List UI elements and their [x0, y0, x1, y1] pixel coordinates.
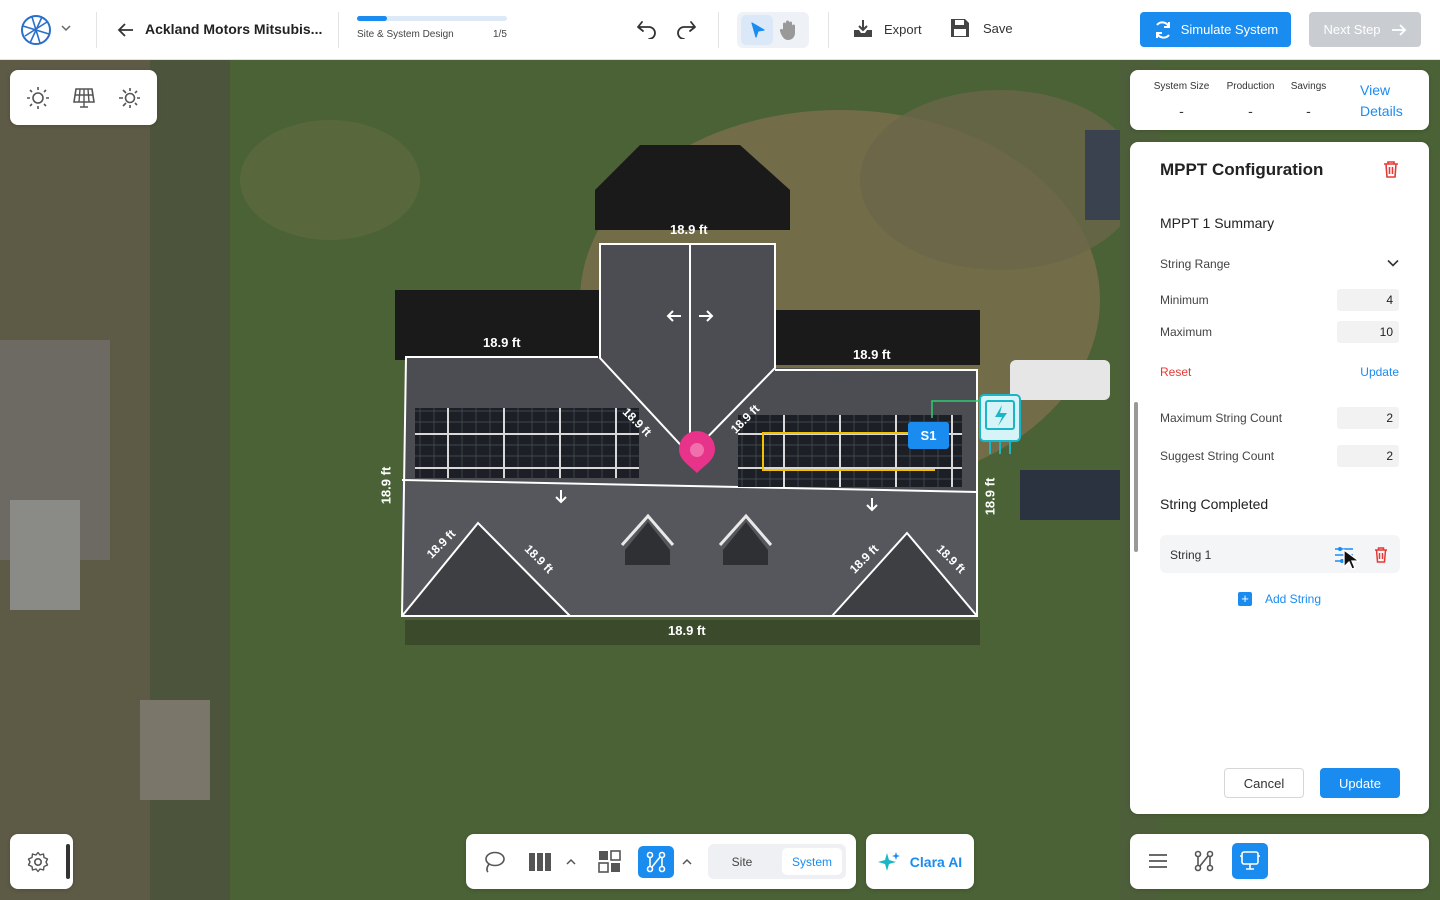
- menu-icon[interactable]: [1148, 851, 1168, 871]
- metric-value: -: [1306, 103, 1311, 119]
- dimension-label: 18.9 ft: [378, 466, 394, 505]
- minimum-label: Minimum: [1160, 293, 1209, 307]
- progress-step: 1/5: [493, 29, 507, 40]
- suggest-string-count-input[interactable]: 2: [1337, 445, 1399, 467]
- metric-label: Production: [1226, 81, 1275, 92]
- string-name: String 1: [1170, 548, 1212, 562]
- inverter-icon: [1240, 851, 1260, 870]
- chevron-down-icon[interactable]: [61, 24, 71, 32]
- plus-icon: +: [1238, 592, 1252, 606]
- dimension-label: 18.9 ft: [982, 477, 998, 516]
- add-string-button[interactable]: + Add String: [1238, 592, 1321, 606]
- panel-title: MPPT Configuration: [1160, 160, 1324, 179]
- delete-string-icon[interactable]: [1374, 546, 1388, 563]
- delete-mppt-icon[interactable]: [1383, 160, 1399, 178]
- save-button[interactable]: Save: [950, 18, 1013, 38]
- hand-pan-icon[interactable]: [779, 19, 797, 41]
- string-range-row[interactable]: String Range: [1160, 257, 1399, 271]
- string-tool-button[interactable]: [638, 846, 674, 878]
- string-marker-s1[interactable]: S1: [908, 422, 949, 449]
- metric-label: System Size: [1153, 81, 1210, 92]
- dimension-label: 18.9 ft: [853, 347, 891, 362]
- undo-icon[interactable]: [636, 19, 658, 39]
- chevron-up-icon[interactable]: [566, 858, 576, 866]
- string-route-icon: [646, 851, 666, 873]
- chevron-up-icon[interactable]: [682, 858, 692, 866]
- mppt-configuration-panel: MPPT Configuration MPPT 1 Summary String…: [1130, 142, 1429, 814]
- arrow-right-icon: [1391, 23, 1406, 36]
- bottom-toolbar: Site System: [466, 834, 856, 889]
- panel-layout-icon[interactable]: [528, 851, 552, 873]
- cursor-mode-group: [737, 12, 809, 48]
- download-icon: [854, 20, 872, 37]
- cursor-arrow-icon: [751, 22, 765, 38]
- back-arrow-icon[interactable]: [117, 22, 135, 38]
- gear-icon[interactable]: [27, 851, 49, 873]
- chevron-down-icon[interactable]: [1387, 259, 1399, 267]
- maximum-label: Maximum: [1160, 325, 1213, 339]
- metric-label: Savings: [1290, 81, 1327, 92]
- system-tab[interactable]: System: [782, 848, 842, 875]
- select-tool-button[interactable]: [741, 15, 773, 45]
- dimension-label: 18.9 ft: [668, 623, 706, 638]
- clara-ai-button[interactable]: Clara AI: [866, 834, 974, 889]
- lasso-icon[interactable]: [482, 850, 506, 874]
- project-title: Ackland Motors Mitsubis...: [145, 21, 323, 37]
- view-details-link[interactable]: View Details: [1360, 80, 1403, 122]
- logo-icon[interactable]: [20, 14, 52, 46]
- refresh-icon: [1155, 20, 1170, 39]
- top-bar: Ackland Motors Mitsubis... Site & System…: [0, 0, 1440, 60]
- site-tab[interactable]: Site: [712, 848, 772, 875]
- redo-icon[interactable]: [675, 19, 697, 39]
- site-system-toggle: Site System: [708, 844, 846, 879]
- string-range-label: String Range: [1160, 257, 1231, 271]
- dimension-label: 18.9 ft: [670, 222, 708, 237]
- panel-resize-handle[interactable]: [1134, 402, 1138, 552]
- update-range-link[interactable]: Update: [1360, 365, 1399, 379]
- sun-icon[interactable]: [26, 86, 50, 110]
- max-string-count-input[interactable]: 2: [1337, 407, 1399, 429]
- shading-icon[interactable]: [117, 86, 141, 110]
- max-string-count-label: Maximum String Count: [1160, 411, 1283, 425]
- string-route-icon[interactable]: [1193, 849, 1215, 873]
- simulate-system-button[interactable]: Simulate System: [1140, 12, 1291, 47]
- metric-value: -: [1179, 103, 1184, 119]
- grid-add-icon[interactable]: [598, 850, 622, 874]
- solar-panel-icon[interactable]: [72, 86, 96, 110]
- panel-tabs-card: [1130, 834, 1429, 889]
- dimension-label: 18.9 ft: [483, 335, 521, 350]
- divider-handle: [66, 844, 70, 879]
- inverter-tab-button[interactable]: [1232, 843, 1268, 879]
- floppy-disk-icon: [951, 19, 969, 37]
- string-item[interactable]: String 1: [1160, 535, 1400, 573]
- maximum-input[interactable]: 10: [1337, 321, 1399, 343]
- string-completed-title: String Completed: [1160, 496, 1269, 512]
- next-step-button[interactable]: Next Step: [1309, 12, 1421, 47]
- progress-label: Site & System Design: [357, 29, 454, 40]
- settings-card: [10, 834, 73, 889]
- metric-value: -: [1248, 103, 1253, 119]
- mouse-cursor-icon: [1343, 548, 1361, 570]
- cancel-button[interactable]: Cancel: [1224, 768, 1304, 798]
- suggest-string-count-label: Suggest String Count: [1160, 449, 1275, 463]
- view-tools-card: [10, 70, 157, 125]
- export-button[interactable]: Export: [852, 18, 922, 40]
- progress-fill: [357, 16, 387, 21]
- update-button[interactable]: Update: [1320, 768, 1400, 798]
- mppt-summary-title: MPPT 1 Summary: [1160, 215, 1275, 231]
- progress-track: [357, 16, 507, 21]
- minimum-input[interactable]: 4: [1337, 289, 1399, 311]
- sparkle-icon: [877, 851, 900, 871]
- system-summary-card: System Size - Production - Savings - Vie…: [1130, 70, 1429, 130]
- reset-link[interactable]: Reset: [1160, 365, 1191, 379]
